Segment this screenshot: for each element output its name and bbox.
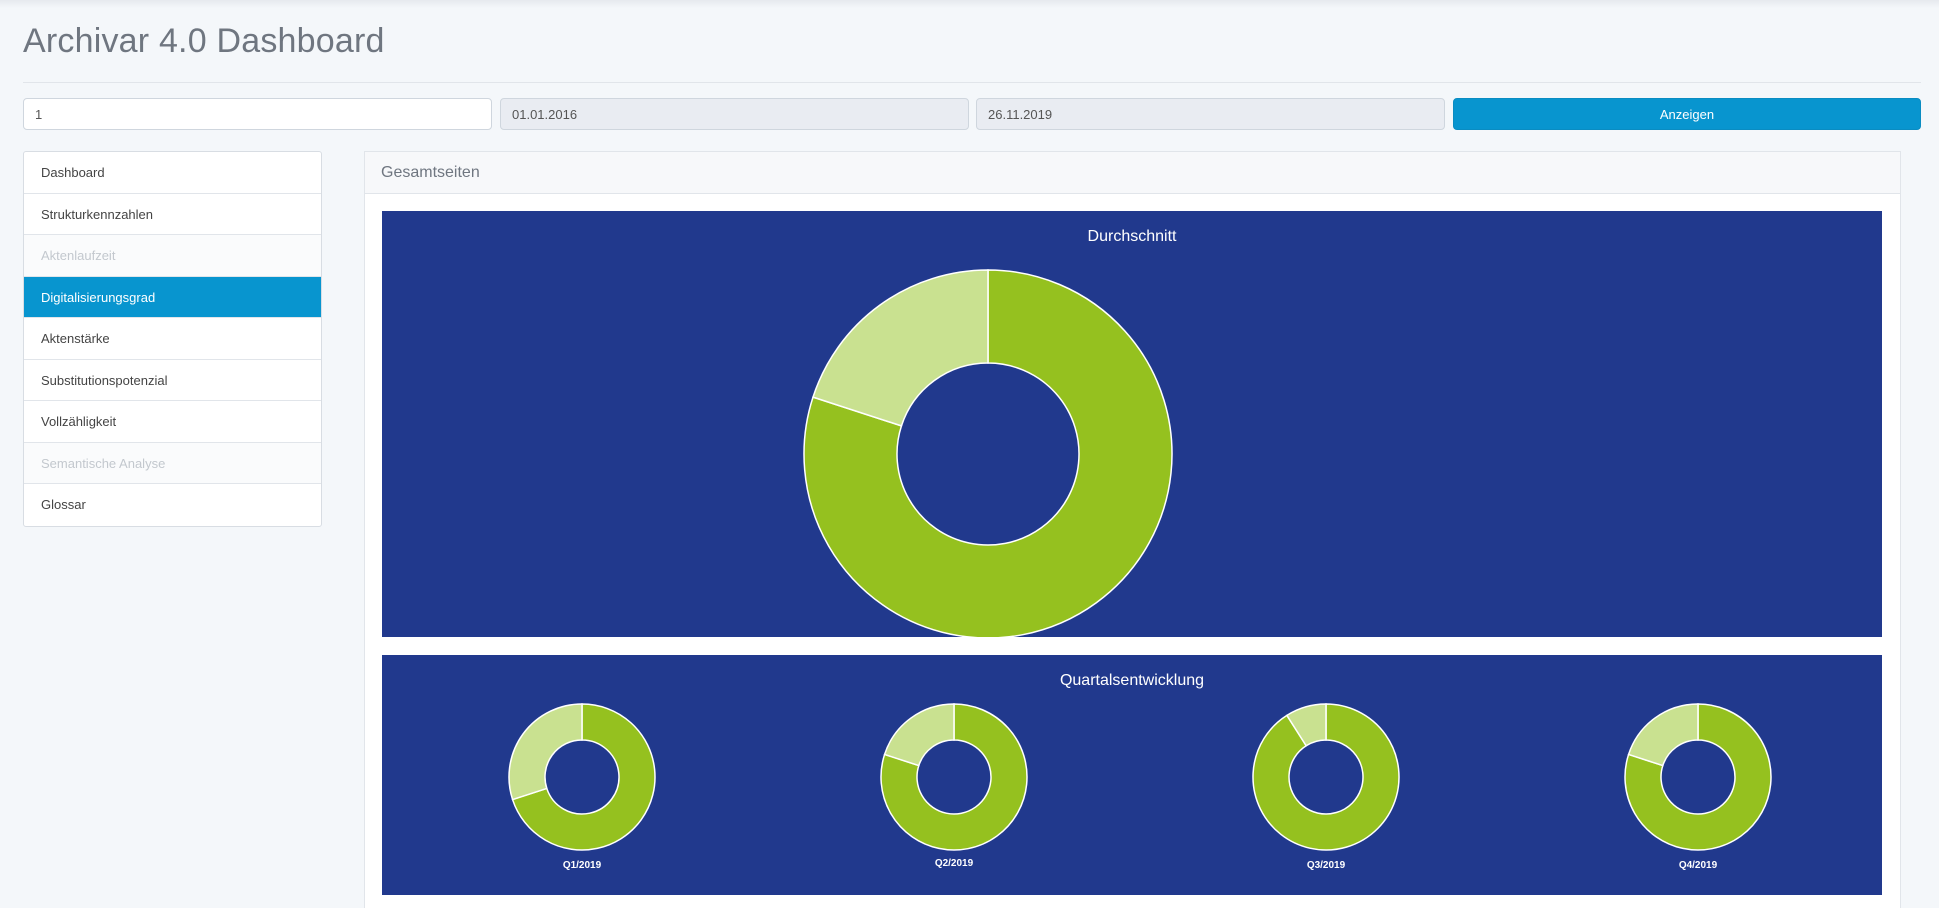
page-title: Archivar 4.0 Dashboard [23, 22, 385, 60]
quarterly-chart: Quartalsentwicklung Q1/2019 Q2/2019 Q3/2… [382, 655, 1882, 895]
content-panel: Gesamtseiten Durchschnitt Quartalsentwic… [364, 151, 1901, 908]
sidebar-item-semantische-analyse: Semantische Analyse [24, 442, 321, 484]
show-button[interactable]: Anzeigen [1453, 98, 1921, 130]
sidebar-item-vollzaehligkeit[interactable]: Vollzähligkeit [24, 401, 321, 443]
quarter-label-q3: Q3/2019 [1306, 860, 1346, 871]
date-from-input[interactable] [500, 98, 969, 130]
sidebar-nav: Dashboard Strukturkennzahlen Aktenlaufze… [23, 151, 322, 527]
average-donut [803, 269, 1173, 637]
average-slice-2[interactable] [812, 269, 989, 427]
top-shadow [0, 0, 1939, 8]
average-chart: Durchschnitt [382, 211, 1882, 637]
sidebar-item-glossar[interactable]: Glossar [24, 484, 321, 526]
title-divider [23, 82, 1921, 83]
sidebar-item-aktenstaerke[interactable]: Aktenstärke [24, 318, 321, 360]
quarterly-donuts [508, 703, 1772, 851]
archive-id-input[interactable] [23, 98, 492, 130]
date-to-input[interactable] [976, 98, 1445, 130]
panel-title: Gesamtseiten [365, 152, 1900, 194]
sidebar-item-dashboard[interactable]: Dashboard [24, 152, 321, 194]
quarter-label-q2: Q2/2019 [934, 858, 974, 869]
quarter-2-slice-2[interactable] [883, 703, 955, 767]
quarter-label-q1: Q1/2019 [562, 860, 602, 871]
sidebar-item-aktenlaufzeit: Aktenlaufzeit [24, 235, 321, 277]
sidebar-item-strukturkennzahlen[interactable]: Strukturkennzahlen [24, 194, 321, 235]
quarter-label-q4: Q4/2019 [1678, 860, 1718, 871]
quarter-1-slice-2[interactable] [508, 703, 583, 801]
sidebar-item-digitalisierungsgrad[interactable]: Digitalisierungsgrad [24, 276, 321, 318]
dashboard-page: Archivar 4.0 Dashboard Anzeigen Dashboar… [0, 0, 1939, 908]
sidebar-item-substitutionspotenzial[interactable]: Substitutionspotenzial [24, 360, 321, 401]
filter-bar: Anzeigen [23, 98, 1921, 130]
quarter-4-slice-2[interactable] [1627, 703, 1699, 767]
